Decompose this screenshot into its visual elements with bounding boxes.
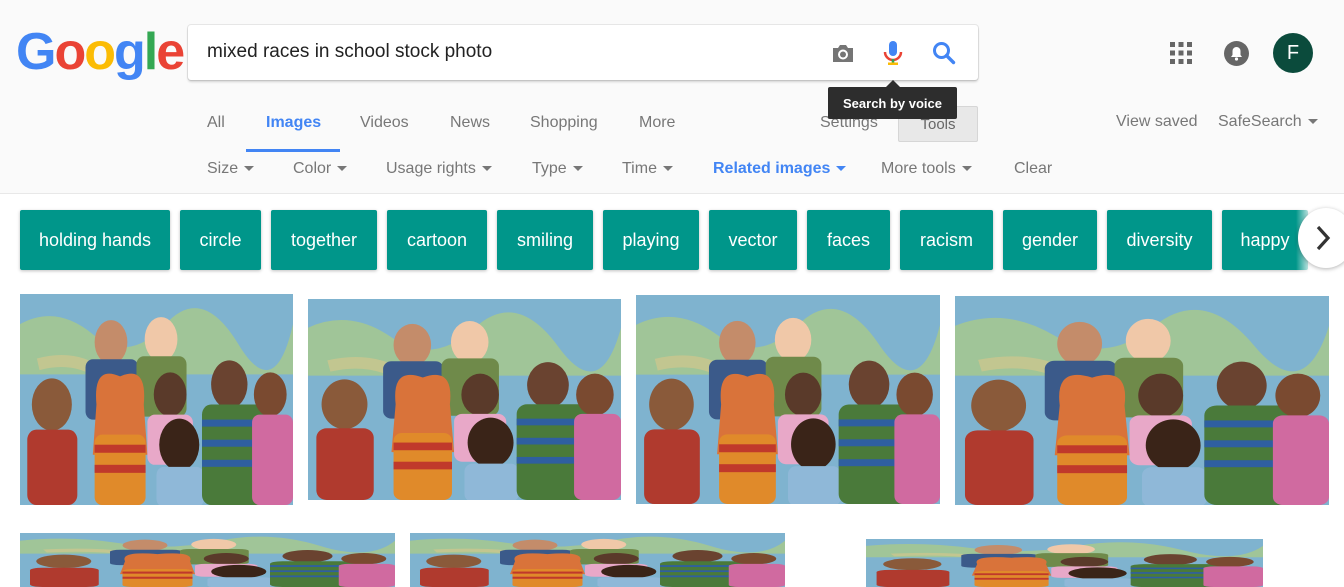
tab-shopping[interactable]: Shopping — [530, 114, 598, 132]
voice-search-tooltip: Search by voice — [828, 80, 957, 119]
logo-letter: G — [16, 23, 56, 81]
chevron-down-icon — [961, 166, 972, 172]
tab-all[interactable]: All — [207, 114, 225, 132]
image-result[interactable] — [308, 299, 621, 500]
account-avatar[interactable]: F — [1273, 33, 1313, 73]
filter-related-images[interactable]: Related images — [713, 160, 847, 178]
related-chip[interactable]: circle — [180, 210, 261, 270]
google-logo[interactable]: Google — [16, 22, 185, 82]
chevron-down-icon — [481, 166, 492, 172]
image-result[interactable] — [955, 296, 1329, 505]
chevron-down-icon — [244, 166, 255, 172]
notifications-icon[interactable] — [1224, 41, 1249, 66]
filter-label: Related images — [713, 160, 831, 177]
tab-more[interactable]: More — [639, 114, 675, 132]
view-saved-link[interactable]: View saved — [1116, 113, 1198, 131]
logo-letter: e — [156, 23, 185, 81]
filter-label: Size — [207, 160, 239, 177]
photo-thumbnail — [955, 296, 1329, 505]
camera-icon[interactable] — [829, 39, 857, 67]
related-chip[interactable]: racism — [900, 210, 993, 270]
image-result[interactable] — [410, 533, 785, 587]
filter-size[interactable]: Size — [207, 160, 255, 178]
image-result[interactable] — [866, 539, 1263, 587]
related-chip[interactable]: vector — [709, 210, 797, 270]
logo-letter: l — [143, 23, 159, 81]
filter-label: Type — [532, 160, 567, 177]
search-icon[interactable] — [930, 39, 958, 67]
related-chip[interactable]: together — [271, 210, 377, 270]
chevron-down-icon — [1307, 119, 1318, 125]
filter-label: Color — [293, 160, 332, 177]
photo-thumbnail — [20, 294, 293, 505]
related-chip[interactable]: gender — [1003, 210, 1097, 270]
tab-news[interactable]: News — [450, 114, 490, 132]
photo-thumbnail — [20, 533, 395, 587]
search-box — [188, 25, 978, 80]
related-chip[interactable]: playing — [603, 210, 699, 270]
safesearch-label: SafeSearch — [1218, 113, 1302, 130]
photo-thumbnail — [866, 539, 1263, 587]
filter-time[interactable]: Time — [622, 160, 673, 178]
tab-images[interactable]: Images — [266, 114, 321, 132]
related-chip[interactable]: diversity — [1107, 210, 1212, 270]
image-result[interactable] — [20, 294, 293, 505]
filter-usage-rights[interactable]: Usage rights — [386, 160, 492, 178]
header-area: Google Search by voice F All Images Vide… — [0, 0, 1344, 194]
related-chip[interactable]: cartoon — [387, 210, 487, 270]
filter-label: Time — [622, 160, 657, 177]
image-result[interactable] — [20, 533, 395, 587]
chevron-down-icon — [337, 166, 348, 172]
filter-type[interactable]: Type — [532, 160, 583, 178]
related-chip[interactable]: faces — [807, 210, 890, 270]
logo-letter: o — [54, 23, 86, 81]
photo-thumbnail — [636, 295, 940, 504]
logo-letter: o — [84, 23, 116, 81]
chevron-down-icon — [662, 166, 673, 172]
photo-thumbnail — [308, 299, 621, 500]
search-input[interactable] — [207, 37, 807, 67]
chevron-down-icon — [572, 166, 583, 172]
filter-color[interactable]: Color — [293, 160, 348, 178]
active-tab-indicator — [246, 149, 340, 152]
related-chip[interactable]: holding hands — [20, 210, 170, 270]
microphone-icon[interactable] — [879, 39, 907, 67]
related-chip[interactable]: smiling — [497, 210, 593, 270]
filter-label: Usage rights — [386, 160, 476, 177]
filter-more-tools[interactable]: More tools — [881, 160, 972, 178]
logo-letter: g — [113, 23, 146, 81]
chevron-right-icon — [1316, 225, 1331, 251]
clear-filters-link[interactable]: Clear — [1014, 160, 1052, 178]
safesearch-dropdown[interactable]: SafeSearch — [1218, 113, 1318, 131]
filter-label: More tools — [881, 160, 956, 177]
apps-icon[interactable] — [1170, 42, 1192, 64]
image-result[interactable] — [636, 295, 940, 504]
photo-thumbnail — [410, 533, 785, 587]
chevron-down-icon — [836, 166, 847, 172]
tab-videos[interactable]: Videos — [360, 114, 409, 132]
